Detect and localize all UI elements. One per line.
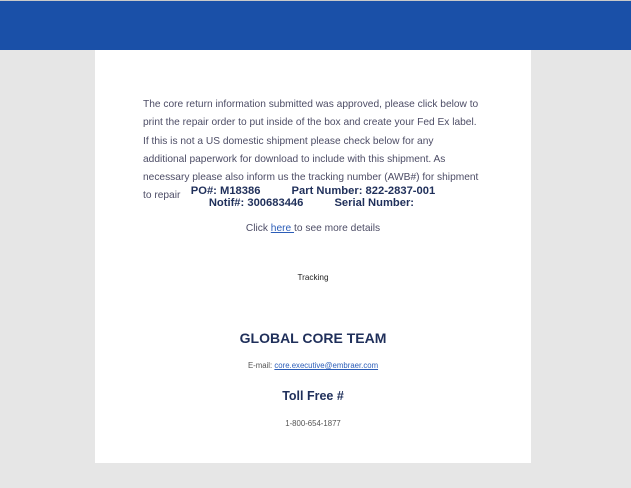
serial-number-label: Serial Number: — [334, 197, 415, 209]
toll-free-number: 1-800-654-1877 — [285, 419, 341, 428]
click-prefix: Click — [245, 223, 271, 234]
header-bar — [0, 0, 631, 50]
part-number-label: Part Number: — [291, 185, 363, 197]
tracking-label: Tracking — [297, 273, 329, 282]
click-suffix: to see more details — [294, 223, 381, 234]
team-heading: GLOBAL CORE TEAM — [239, 330, 387, 346]
notif-label: Notif#: — [208, 197, 245, 209]
po-part-line: PO#: M18386 Part Number: 822-2837-001 — [95, 185, 531, 197]
contact-email-line: E-mail: core.executive@embraer.com — [95, 361, 531, 370]
notif-number: 300683446 — [247, 197, 304, 209]
toll-free-heading: Toll Free # — [282, 389, 344, 403]
po-number: M18386 — [220, 185, 261, 197]
contact-email-link[interactable]: core.executive@embraer.com — [274, 361, 378, 370]
details-link[interactable]: here — [271, 223, 294, 234]
email-body-card: The core return information submitted wa… — [95, 50, 531, 463]
po-label: PO#: — [190, 185, 217, 197]
part-number: 822-2837-001 — [365, 185, 436, 197]
email-label: E-mail: — [247, 361, 275, 370]
notif-serial-line: Notif#: 300683446 Serial Number: — [95, 197, 531, 209]
details-line: Click here to see more details — [95, 223, 531, 234]
